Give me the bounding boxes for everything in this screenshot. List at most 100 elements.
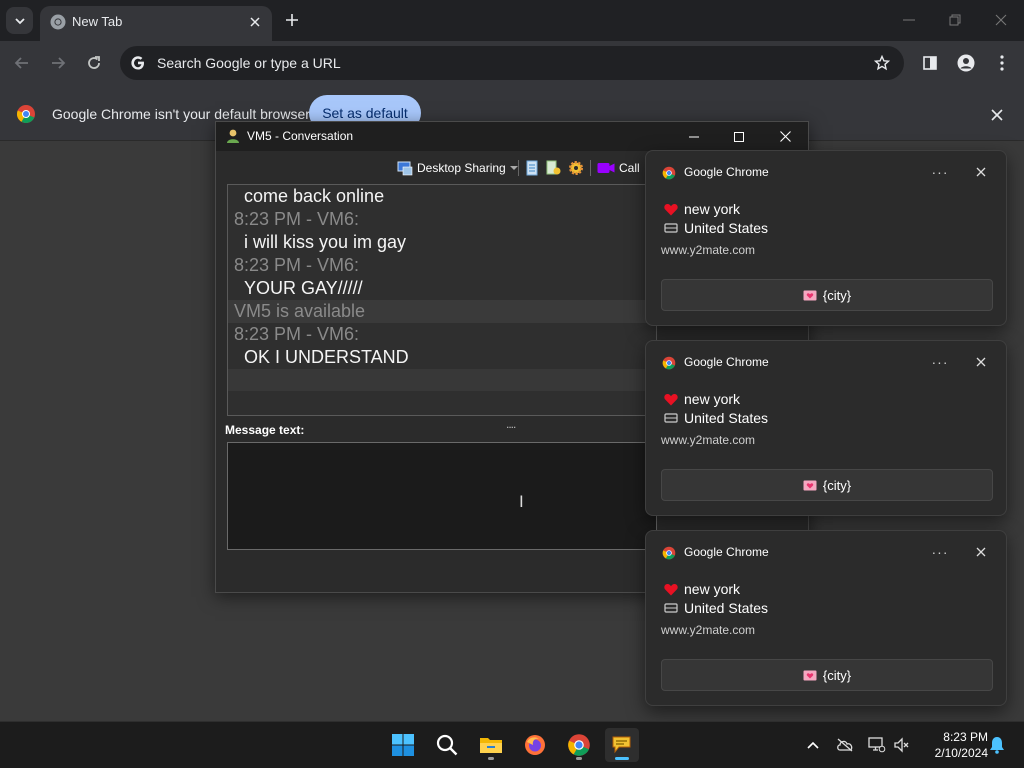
notification-app-name: Google Chrome — [684, 545, 769, 559]
notification-card[interactable]: Google Chrome ··· new york United States… — [645, 530, 1007, 706]
notification-action-button[interactable]: {city} — [661, 469, 993, 501]
chrome-menu-button[interactable] — [989, 50, 1015, 76]
taskbar-messenger[interactable] — [605, 728, 639, 762]
new-tab-button[interactable] — [282, 10, 302, 30]
chrome-icon — [50, 14, 66, 30]
clock-date: 2/10/2024 — [934, 746, 988, 760]
file-transfer-button[interactable] — [525, 159, 539, 177]
side-panel-button[interactable] — [917, 50, 943, 76]
notification-city: new york — [684, 391, 741, 407]
start-button[interactable] — [386, 728, 420, 762]
taskbar-chrome[interactable] — [562, 728, 596, 762]
notification-more-button[interactable]: ··· — [928, 351, 952, 373]
notification-more-button[interactable]: ··· — [928, 161, 952, 183]
chat-blank-row — [228, 369, 656, 391]
document-icon — [526, 160, 538, 176]
tray-network-button[interactable] — [866, 734, 888, 756]
notification-source-url: www.y2mate.com — [661, 433, 756, 447]
reload-button[interactable] — [81, 50, 107, 76]
conv-maximize-button[interactable] — [724, 124, 754, 149]
conversation-title: VM5 - Conversation — [247, 129, 354, 143]
taskbar-firefox[interactable] — [518, 728, 552, 762]
active-indicator — [615, 757, 629, 760]
profile-button[interactable] — [953, 50, 979, 76]
tray-overflow-button[interactable] — [802, 734, 824, 756]
firefox-icon — [525, 735, 545, 755]
minimize-icon — [903, 19, 915, 21]
restore-icon — [949, 14, 961, 26]
notification-card[interactable]: Google Chrome ··· new york United States… — [645, 340, 1007, 516]
profile-icon — [957, 54, 975, 72]
conv-minimize-button[interactable] — [679, 124, 709, 149]
tray-onedrive-button[interactable] — [834, 734, 856, 756]
file-explorer-icon — [480, 738, 502, 753]
tab-close-button[interactable] — [245, 12, 265, 32]
globe-icon — [664, 223, 678, 233]
taskbar-file-explorer[interactable] — [474, 728, 508, 762]
notification-line-country: United States — [664, 220, 768, 236]
bell-icon — [990, 737, 1004, 754]
notification-line-city: new york — [664, 201, 740, 217]
notification-city: new york — [684, 201, 741, 217]
notification-action-button[interactable]: {city} — [661, 659, 993, 691]
settings-button[interactable] — [568, 159, 584, 177]
notification-close-button[interactable] — [969, 351, 993, 373]
notification-line-country: United States — [664, 410, 768, 426]
infobar-message: Google Chrome isn't your default browser — [52, 106, 310, 122]
taskbar-clock[interactable]: 8:23 PM 2/10/2024 — [916, 729, 988, 761]
forward-button[interactable] — [45, 50, 71, 76]
chrome-icon — [662, 546, 676, 560]
message-input[interactable]: I — [227, 442, 657, 550]
notification-action-button[interactable]: {city} — [661, 279, 993, 311]
minimize-icon — [689, 136, 699, 137]
close-icon — [779, 131, 791, 142]
back-button[interactable] — [9, 50, 35, 76]
heart-letter-icon — [803, 480, 817, 490]
running-indicator — [576, 757, 582, 760]
notification-more-button[interactable]: ··· — [928, 541, 952, 563]
conv-close-button[interactable] — [770, 124, 800, 149]
address-bar[interactable]: Search Google or type a URL — [120, 46, 904, 80]
notifications-button[interactable] — [986, 734, 1008, 756]
chrome-icon — [662, 356, 676, 370]
notification-country: United States — [684, 600, 769, 616]
pane-splitter[interactable]: .... — [506, 417, 516, 431]
notification-app-name: Google Chrome — [684, 165, 769, 179]
chat-history[interactable]: come back online 8:23 PM - VM6: i will k… — [227, 184, 657, 416]
side-panel-icon — [923, 56, 937, 70]
bookmark-star-button[interactable] — [872, 53, 892, 73]
notification-close-button[interactable] — [969, 161, 993, 183]
call-button[interactable]: Call — [597, 159, 640, 177]
notification-close-button[interactable] — [969, 541, 993, 563]
messenger-icon — [612, 736, 631, 754]
tab-title: New Tab — [72, 14, 123, 29]
video-camera-icon — [597, 163, 615, 173]
maximize-icon — [734, 131, 744, 142]
tab-new-tab[interactable]: New Tab — [40, 6, 272, 41]
notification-card[interactable]: Google Chrome ··· new york United States… — [645, 150, 1007, 326]
file-send-icon — [546, 160, 561, 175]
desktop-sharing-icon — [397, 161, 413, 176]
close-icon — [976, 357, 986, 367]
send-file-button[interactable] — [546, 159, 561, 177]
restore-button[interactable] — [942, 8, 968, 32]
notification-action-label: {city} — [822, 477, 852, 493]
desktop-sharing-button[interactable]: Desktop Sharing — [397, 159, 518, 177]
minimize-button[interactable] — [896, 8, 922, 32]
network-icon — [868, 737, 886, 753]
window-close-button[interactable] — [988, 8, 1014, 32]
infobar-close-button[interactable] — [986, 104, 1008, 126]
notification-line-city: new york — [664, 581, 740, 597]
globe-icon — [664, 413, 678, 423]
star-icon — [874, 55, 890, 71]
notification-action-label: {city} — [822, 667, 852, 683]
chat-timestamp: 8:23 PM - VM6: — [234, 324, 360, 344]
taskbar-search-button[interactable] — [430, 728, 464, 762]
message-text-label: Message text: — [225, 423, 305, 437]
notification-country: United States — [684, 220, 769, 236]
tray-volume-button[interactable] — [891, 734, 913, 756]
conversation-titlebar[interactable]: VM5 - Conversation — [216, 122, 808, 151]
close-icon — [976, 547, 986, 557]
arrow-right-icon — [52, 57, 66, 69]
tab-search-button[interactable] — [6, 7, 33, 34]
